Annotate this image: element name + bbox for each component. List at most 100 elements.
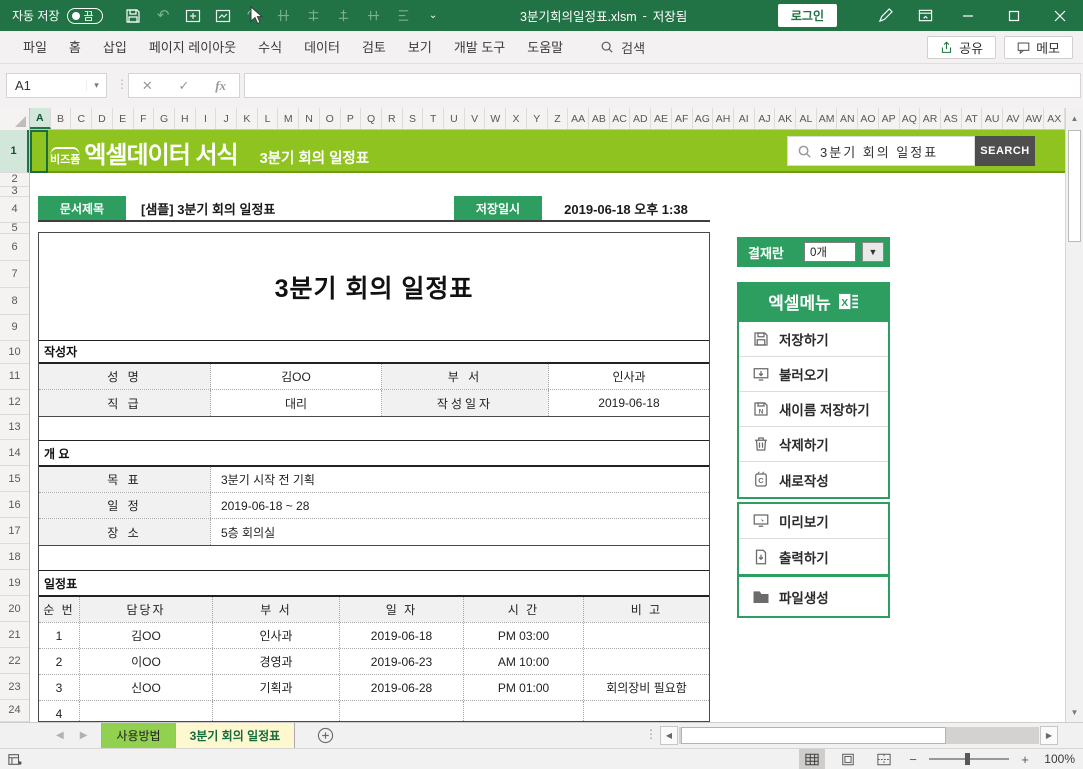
new-document-menu-item[interactable]: C 새로작성	[739, 462, 888, 497]
column-header[interactable]: A	[30, 108, 51, 129]
row-header[interactable]: 7	[0, 261, 29, 288]
table-cell[interactable]: 1	[39, 623, 80, 648]
table-cell[interactable]: 2019-06-18 ~ 28	[211, 493, 709, 518]
align-icon-a[interactable]	[275, 7, 292, 24]
tab-home[interactable]: 홈	[58, 31, 92, 64]
column-header[interactable]: AS	[941, 108, 962, 129]
column-header[interactable]: E	[113, 108, 134, 129]
column-header[interactable]: AO	[858, 108, 879, 129]
name-box[interactable]: A1 ▾	[6, 73, 107, 98]
row-header[interactable]: 9	[0, 315, 29, 341]
select-all-corner[interactable]	[0, 108, 30, 130]
row-header[interactable]: 17	[0, 518, 29, 545]
column-header[interactable]: AV	[1003, 108, 1024, 129]
table-cell[interactable]: 성 명	[39, 364, 211, 389]
column-header[interactable]: X	[506, 108, 527, 129]
column-header[interactable]: AA	[568, 108, 589, 129]
table-cell[interactable]: 김OO	[80, 623, 213, 648]
column-header[interactable]: AK	[775, 108, 797, 129]
column-header[interactable]: AQ	[900, 108, 921, 129]
page-break-view-icon[interactable]	[871, 749, 897, 769]
column-header[interactable]: B	[51, 108, 72, 129]
table-cell[interactable]	[464, 701, 584, 721]
cancel-icon[interactable]: ✕	[134, 78, 160, 94]
document-title[interactable]: 3분기 회의 일정표	[39, 269, 709, 305]
column-header[interactable]: AP	[879, 108, 900, 129]
row-header[interactable]: 5	[0, 222, 29, 234]
scroll-down-icon[interactable]: ▼	[1066, 702, 1083, 722]
insert-function-icon[interactable]: fx	[208, 78, 234, 94]
column-header[interactable]: G	[154, 108, 175, 129]
row-header[interactable]: 1	[0, 130, 29, 173]
row-header[interactable]: 23	[0, 674, 29, 700]
inking-pen-icon[interactable]	[865, 0, 905, 31]
zoom-level[interactable]: 100%	[1041, 752, 1075, 766]
v-scrollbar-thumb[interactable]	[1068, 130, 1081, 242]
table-cell[interactable]: 목 표	[39, 467, 211, 492]
table-cell[interactable]: 직 급	[39, 390, 211, 416]
column-header-cell[interactable]: 시 간	[464, 597, 584, 622]
table-cell[interactable]	[213, 701, 340, 721]
row-header[interactable]: 16	[0, 492, 29, 519]
column-header[interactable]: AW	[1024, 108, 1045, 129]
maximize-button[interactable]	[991, 0, 1037, 31]
column-header[interactable]: V	[465, 108, 486, 129]
page-layout-view-icon[interactable]	[835, 749, 861, 769]
column-header[interactable]: W	[485, 108, 507, 129]
formula-input[interactable]	[244, 73, 1081, 98]
table-cell[interactable]	[584, 623, 709, 648]
table-cell[interactable]: 인사과	[213, 623, 340, 648]
column-header[interactable]: AG	[693, 108, 714, 129]
row-header[interactable]: 4	[0, 197, 29, 223]
tab-view[interactable]: 보기	[397, 31, 443, 64]
tab-data[interactable]: 데이터	[293, 31, 351, 64]
table-cell[interactable]	[584, 701, 709, 721]
column-header[interactable]: AB	[589, 108, 610, 129]
tab-strip-grip-icon[interactable]: ⋮	[645, 727, 658, 741]
close-button[interactable]	[1037, 0, 1083, 31]
table-cell[interactable]: 2	[39, 649, 80, 674]
column-header[interactable]: J	[216, 108, 238, 129]
table-cell[interactable]: 부 서	[382, 364, 549, 389]
scroll-right-icon[interactable]: ▶	[1040, 726, 1058, 745]
save-as-menu-item[interactable]: N 새이름 저장하기	[739, 392, 888, 427]
load-menu-item[interactable]: 불러오기	[739, 357, 888, 392]
enter-icon[interactable]: ✓	[171, 78, 197, 94]
tab-help[interactable]: 도움말	[516, 31, 574, 64]
add-sheet-icon[interactable]	[317, 723, 334, 748]
sheet-nav-left-icon[interactable]: ◀	[56, 730, 64, 741]
autosave-toggle[interactable]: 끔	[66, 7, 103, 24]
table-cell[interactable]: PM 01:00	[464, 675, 584, 700]
schedule-section-heading[interactable]: 일정표	[39, 570, 709, 597]
column-header[interactable]: AN	[837, 108, 859, 129]
sheet-nav-right-icon[interactable]: ▶	[80, 730, 88, 741]
row-header[interactable]: 11	[0, 364, 29, 390]
column-header[interactable]: I	[196, 108, 217, 129]
column-header[interactable]: AT	[962, 108, 983, 129]
tab-file[interactable]: 파일	[12, 31, 58, 64]
row-header[interactable]: 15	[0, 466, 29, 493]
table-cell[interactable]: 2019-06-18	[549, 390, 709, 416]
row-header[interactable]: 14	[0, 440, 29, 467]
table-cell[interactable]: 기획과	[213, 675, 340, 700]
align-icon-c[interactable]	[335, 7, 352, 24]
column-header[interactable]: AH	[713, 108, 734, 129]
table-cell[interactable]	[80, 701, 213, 721]
banner-search-button[interactable]: SEARCH	[975, 136, 1035, 166]
zoom-in-icon[interactable]: +	[1019, 752, 1031, 767]
row-header[interactable]: 3	[0, 185, 29, 197]
column-header[interactable]: AI	[734, 108, 755, 129]
align-icon-e[interactable]	[395, 7, 412, 24]
table-cell[interactable]: AM 10:00	[464, 649, 584, 674]
save-icon[interactable]	[125, 7, 142, 24]
table-cell[interactable]: 2019-06-23	[340, 649, 464, 674]
approval-count-select[interactable]: 0개	[804, 242, 856, 262]
column-header-cell[interactable]: 비 고	[584, 597, 709, 622]
row-header[interactable]: 6	[0, 234, 29, 261]
table-cell[interactable]: 4	[39, 701, 80, 721]
column-header[interactable]: F	[134, 108, 155, 129]
row-header[interactable]: 20	[0, 596, 29, 623]
print-menu-item[interactable]: 출력하기	[739, 539, 888, 574]
column-header[interactable]: AX	[1044, 108, 1066, 129]
column-header[interactable]: M	[278, 108, 300, 129]
